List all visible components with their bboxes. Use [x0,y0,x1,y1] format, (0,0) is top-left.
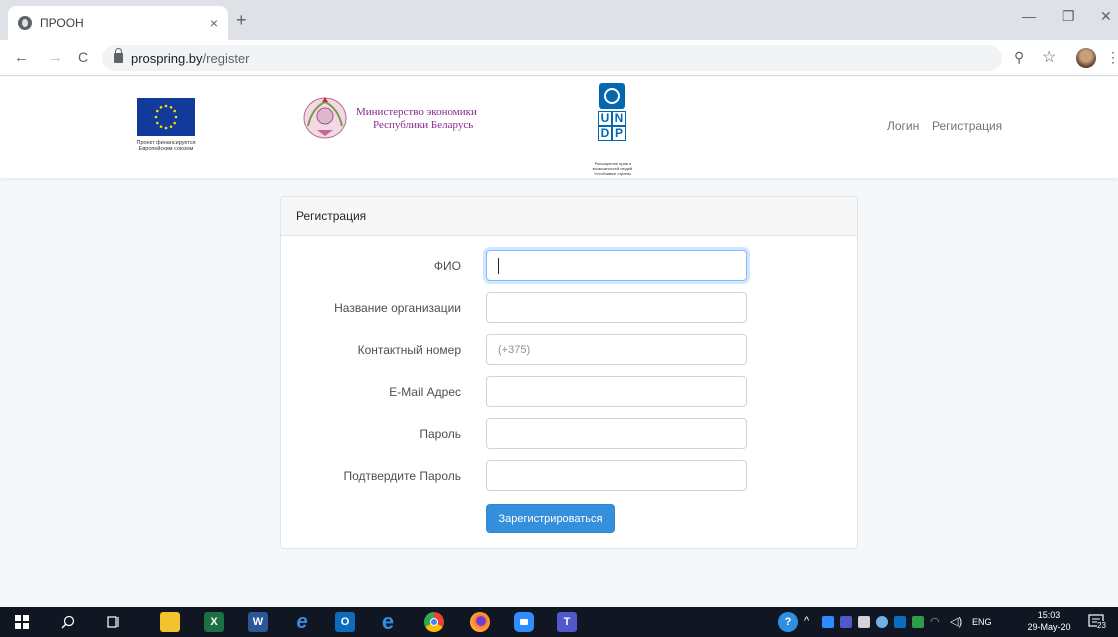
tab-close-icon[interactable]: × [210,15,218,31]
windows-taskbar: X W e O e T ? ^ ◠ ◁) ENG 15:03 29-May-20… [0,607,1118,637]
undp-caption: Расширение прав и возможностей людей. Ус… [590,161,636,176]
word-icon[interactable]: W [248,612,268,632]
url-host: prospring.by [131,50,203,66]
ministry-line2: Республики Беларусь [373,119,474,131]
label-phone: Контактный номер [357,343,461,357]
un-globe-icon [599,83,625,109]
label-confirm-password: Подтвердите Пароль [343,469,461,483]
undp-logo[interactable]: U N D P [594,83,630,141]
help-icon[interactable]: ? [778,612,798,632]
close-window-button[interactable]: ✕ [1100,8,1112,25]
globe-icon [18,16,32,30]
lock-icon [114,48,123,63]
chevron-up-icon[interactable]: ^ [804,615,809,627]
minimize-button[interactable]: — [1022,8,1036,24]
undp-letter: D [598,126,612,141]
email-input[interactable] [486,376,747,407]
language-indicator[interactable]: ENG [972,617,992,627]
undp-caption-line1: Расширение прав и возможностей людей. [592,161,634,171]
text-caret [498,258,499,274]
restore-button[interactable]: ❐ [1062,8,1075,25]
label-email: E-Mail Адрес [389,385,461,399]
browser-tab[interactable]: ПРООН × [8,6,228,40]
outlook-icon[interactable]: O [335,612,355,632]
notification-count: 23 [1097,621,1106,630]
task-view-icon[interactable] [104,612,124,632]
file-explorer-icon[interactable] [160,612,180,632]
display-tray-icon[interactable] [858,616,870,628]
clock-time: 15:03 [1037,610,1061,620]
ministry-title[interactable]: Министерство экономики Республики Белару… [356,106,477,132]
clock[interactable]: 15:03 29-May-20 [1024,610,1074,632]
confirm-password-input[interactable] [486,460,747,491]
card-title: Регистрация [281,197,857,236]
eu-caption-line2: Европейским союзом [138,146,194,152]
address-bar-row: ← → C prospring.by/register ⚲ ☆ ⋮ [0,40,1118,76]
undp-letter: U [598,111,612,126]
eu-caption: Проект финансируется Европейским союзом [118,140,214,152]
register-button[interactable]: Зарегистрироваться [486,504,615,533]
browser-tab-bar: ПРООН × + — ❐ ✕ [0,0,1118,40]
edge-legacy-icon[interactable]: e [292,611,312,633]
teams-tray-icon[interactable] [840,616,852,628]
label-organization: Название организации [334,301,461,315]
undp-letter: P [612,126,626,141]
phone-input[interactable] [486,334,747,365]
wifi-icon[interactable]: ◠ [930,615,940,628]
full-name-input[interactable] [486,250,747,281]
nav-login-link[interactable]: Логин [887,119,919,133]
edge-icon[interactable]: e [378,609,398,634]
undp-caption-line2: Устойчивые страны. [594,171,632,176]
tab-title: ПРООН [40,16,84,30]
notification-center-icon[interactable]: 23 [1088,613,1106,631]
forward-button[interactable]: → [48,49,63,66]
label-password: Пароль [419,427,461,441]
url-input[interactable]: prospring.by/register [102,45,1002,71]
chrome-menu-icon[interactable]: ⋮ [1106,49,1118,66]
site-header: Проект финансируется Европейским союзом … [0,77,1118,178]
profile-avatar[interactable] [1076,48,1096,68]
outlook-tray-icon[interactable] [894,616,906,628]
zoom-icon[interactable] [514,612,534,632]
organization-input[interactable] [486,292,747,323]
ministry-line1: Министерство экономики [356,106,477,118]
eu-flag-logo[interactable] [137,98,195,136]
chrome-icon[interactable] [424,612,444,632]
nav-register-link[interactable]: Регистрация [932,119,1002,133]
label-full-name: ФИО [433,259,461,273]
password-input[interactable] [486,418,747,449]
search-icon[interactable] [58,612,78,632]
url-path: /register [202,50,250,66]
clock-date: 29-May-20 [1027,622,1071,632]
undp-letters: U N D P [598,111,626,141]
back-button[interactable]: ← [14,49,29,66]
volume-icon[interactable]: ◁) [950,615,962,628]
zoom-tray-icon[interactable] [822,616,834,628]
security-tray-icon[interactable] [912,616,924,628]
zoom-icon[interactable]: ⚲ [1014,49,1024,66]
new-tab-button[interactable]: + [236,10,247,31]
eu-stars-icon [154,104,178,130]
undp-letter: N [612,111,626,126]
teams-icon[interactable]: T [557,612,577,632]
firefox-icon[interactable] [470,612,490,632]
bookmark-star-icon[interactable]: ☆ [1042,47,1056,67]
start-icon[interactable] [12,612,32,632]
reload-button[interactable]: C [78,49,88,65]
excel-icon[interactable]: X [204,612,224,632]
registration-card: Регистрация ФИО Название организации Кон… [280,196,858,549]
belarus-emblem-icon[interactable] [302,96,348,140]
onedrive-tray-icon[interactable] [876,616,888,628]
